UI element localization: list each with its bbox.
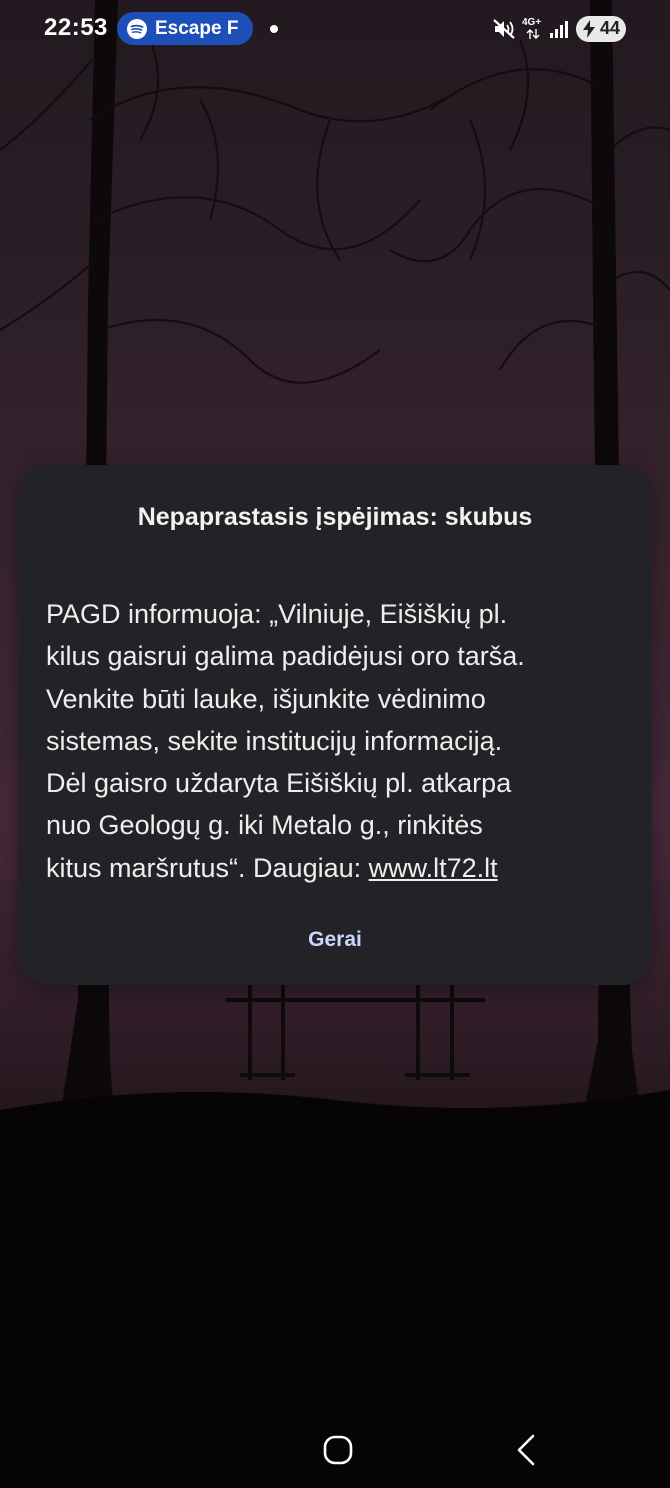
charging-bolt-icon [583,20,595,38]
alert-message-line: kilus gaisrui galima padidėjusi oro tarš… [46,641,525,672]
home-icon[interactable] [322,1434,354,1466]
back-icon[interactable] [514,1432,538,1468]
battery-level: 44 [599,18,620,38]
status-bar: 22:53 Escape F 4G+ 44 [0,0,670,58]
network-type-label: 4G+ [522,17,542,28]
network-type-indicator: 4G+ [522,17,546,43]
alert-message-last-line: kitus maršrutus“. Daugiau: www.lt72.lt [46,847,631,889]
mute-icon [493,19,515,39]
battery-charging-icon: 44 [576,16,626,42]
alert-message: PAGD informuoja: „Vilniuje, Eišiškių pl.… [46,593,631,889]
alert-message-line: nuo Geologų g. iki Metalo g., rinkitės [46,810,483,841]
notification-dot-icon [270,25,278,33]
alert-message-line-prefix: kitus maršrutus“. Daugiau: [46,852,369,883]
lock-screen: 22:53 Escape F 4G+ 44 Nepaprastasis įspė… [0,0,670,1488]
signal-icon [550,21,568,38]
alert-info-link[interactable]: www.lt72.lt [369,853,498,883]
emergency-alert-dialog: Nepaprastasis įspėjimas: skubus PAGD inf… [18,465,652,985]
media-chip-label: Escape F [155,17,239,39]
alert-title: Nepaprastasis įspėjimas: skubus [137,503,533,531]
data-transfer-icon [526,29,540,39]
ok-button[interactable]: Gerai [275,917,395,963]
alert-message-line: Dėl gaisro uždaryta Eišiškių pl. atkarpa [46,768,512,799]
alert-message-line: PAGD informuoja: „Vilniuje, Eišiškių pl. [46,599,508,629]
media-playback-chip[interactable]: Escape F [117,12,253,45]
alert-message-line: sistemas, sekite institucijų informaciją… [46,725,503,756]
status-clock: 22:53 [44,14,108,41]
spotify-icon [127,18,147,39]
alert-message-line: Venkite būti lauke, išjunkite vėdinimo [46,683,486,714]
